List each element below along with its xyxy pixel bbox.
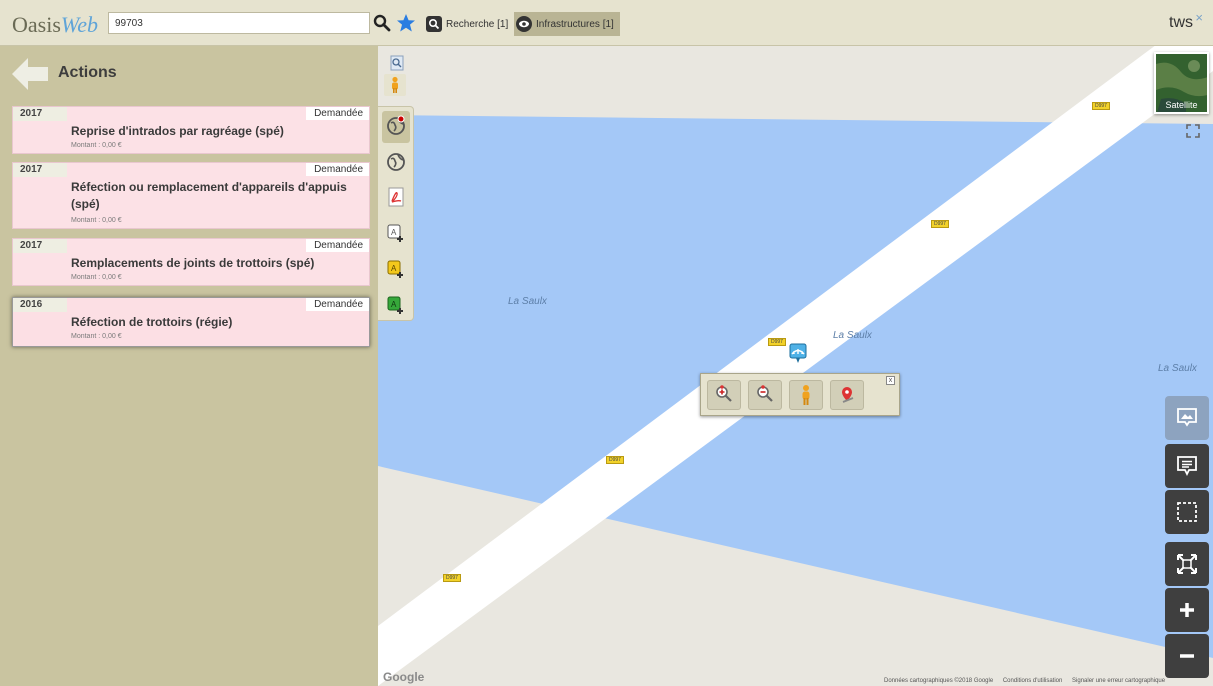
river-label: La Saulx [508,296,547,307]
action-amount: Montant : 0,00 € [71,274,122,281]
fit-extent-icon [1177,554,1197,574]
image-comment-icon [1177,408,1197,427]
google-logo: Google [383,670,425,684]
action-card-selected[interactable]: 2016 Demandée Réfection de trottoirs (ré… [12,297,370,347]
action-year: 2017 [13,107,67,121]
dashed-select-icon [1177,502,1197,522]
action-title: Remplacements de joints de trottoirs (sp… [71,256,315,270]
user-name[interactable]: tws [1169,14,1193,32]
search-icon [426,16,442,32]
photo-comment-button[interactable] [1165,396,1209,440]
street-view-icon[interactable] [789,380,823,410]
comment-icon [1177,456,1197,477]
zoom-magnifier-icon[interactable] [386,52,408,74]
status-badge: Demandée [306,163,369,176]
map-view[interactable]: D997 D997 D997 D997 D997 La Saulx La Sau… [378,46,1213,686]
river-label: La Saulx [1158,363,1197,374]
action-amount: Montant : 0,00 € [71,333,122,340]
action-card[interactable]: 2017 Demandée Remplacements de joints de… [12,238,370,286]
close-icon[interactable]: × [1195,10,1203,25]
add-annotation-icon[interactable]: A [385,222,407,244]
pdf-export-icon[interactable] [385,186,407,208]
action-amount: Montant : 0,00 € [71,217,122,224]
status-badge: Demandée [306,107,369,120]
road-label: D997 [931,220,949,228]
minus-icon [1180,654,1194,658]
plus-icon [1180,603,1194,617]
map-tool-strip [378,106,414,321]
search-icon[interactable] [373,14,391,32]
zoom-in-icon[interactable] [707,380,741,410]
action-amount: Montant : 0,00 € [71,142,122,149]
road-label: D997 [768,338,786,346]
action-card[interactable]: 2017 Demandée Reprise d'intrados par rag… [12,106,370,154]
comment-button[interactable] [1165,444,1209,488]
bridge-marker-icon[interactable] [789,343,807,363]
status-badge: Demandée [306,298,369,311]
actions-panel: Actions 2017 Demandée Reprise d'intrados… [0,46,378,686]
action-year: 2017 [13,163,67,177]
globe-layer-icon[interactable] [385,150,407,172]
road-label: D997 [443,574,461,582]
satellite-toggle[interactable]: Satellite [1154,52,1209,114]
svg-text:A: A [391,300,397,309]
popup-close-button[interactable]: x [886,376,895,385]
action-year: 2016 [13,298,67,312]
svg-text:A: A [391,264,397,273]
action-card[interactable]: 2017 Demandée Réfection ou remplacement … [12,162,370,229]
app-logo[interactable]: OasisWeb [12,12,98,38]
map-background [378,46,1213,686]
satellite-label: Satellite [1165,100,1198,110]
tab-recherche-label: Recherche [1] [446,18,509,30]
road-label: D997 [606,456,624,464]
zoom-out-icon[interactable] [748,380,782,410]
search-input[interactable] [108,12,370,34]
logo-main-text: Oasis [12,12,61,37]
add-green-annotation-icon[interactable]: A [385,294,407,316]
selection-box-button[interactable] [1165,490,1209,534]
eye-icon [516,16,532,32]
globe-layer-active-icon[interactable] [385,114,407,136]
fullscreen-icon[interactable] [1186,124,1200,138]
favorite-star-icon[interactable] [396,13,416,33]
tab-infrastructures[interactable]: Infrastructures [1] [514,12,620,36]
logo-suffix-text: Web [60,12,98,37]
attribution-terms-link[interactable]: Conditions d'utilisation [1003,678,1063,684]
panel-title: Actions [58,64,117,81]
attribution-report-link[interactable]: Signaler une erreur cartographique [1072,678,1165,684]
top-bar: OasisWeb Recherche [1] Infrastructures [… [0,0,1213,46]
tab-recherche[interactable]: Recherche [1] [424,13,512,35]
street-view-pegman-icon[interactable] [384,74,406,96]
road-label: D997 [1092,102,1110,110]
svg-text:A: A [391,228,397,237]
action-title: Reprise d'intrados par ragréage (spé) [71,124,284,138]
marker-popup: x [700,373,900,416]
zoom-out-button[interactable] [1165,634,1209,678]
status-badge: Demandée [306,239,369,252]
action-title: Réfection de trottoirs (régie) [71,315,233,329]
map-attribution: Données cartographiques ©2018 Google Con… [884,678,1173,684]
zoom-in-button[interactable] [1165,588,1209,632]
back-arrow-icon[interactable] [10,56,50,92]
attribution-copyright: Données cartographiques ©2018 Google [884,678,994,684]
fit-extent-button[interactable] [1165,542,1209,586]
action-year: 2017 [13,239,67,253]
tab-infrastructures-label: Infrastructures [1] [536,18,614,30]
action-title: Réfection ou remplacement d'appareils d'… [71,180,347,211]
place-marker-icon[interactable] [830,380,864,410]
add-yellow-annotation-icon[interactable]: A [385,258,407,280]
river-label: La Saulx [833,330,872,341]
